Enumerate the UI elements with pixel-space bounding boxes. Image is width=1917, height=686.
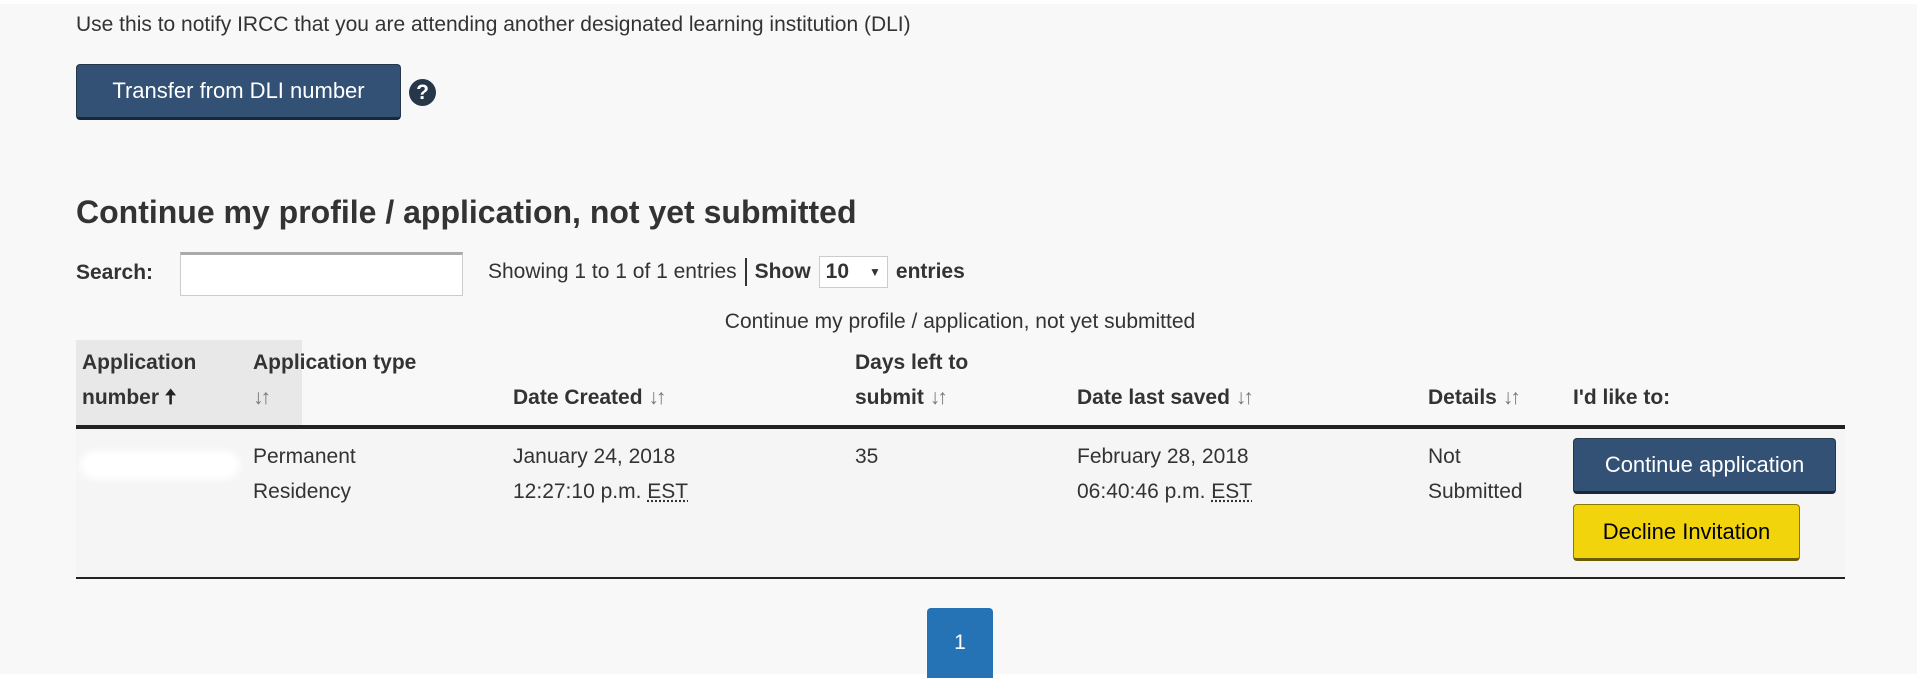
table-info: Showing 1 to 1 of 1 entries Show 10 ▼ ent… — [488, 256, 965, 288]
sort-icon: ↓↑ — [1502, 386, 1521, 409]
cell-date-last-saved: February 28, 2018 06:40:46 p.m. EST — [1077, 445, 1253, 503]
header-application-number[interactable]: Application number 🠅 — [82, 345, 196, 415]
header-days-left[interactable]: Days left to submit ↓↑ — [855, 345, 968, 415]
section-title: Continue my profile / application, not y… — [76, 194, 857, 230]
divider — [744, 258, 747, 286]
decline-invitation-button[interactable]: Decline Invitation — [1573, 504, 1800, 561]
table-row: Permanent Residency January 24, 2018 12:27… — [76, 429, 1845, 579]
intro-text: Use this to notify IRCC that you are att… — [76, 13, 911, 36]
table-caption: Continue my profile / application, not y… — [724, 310, 1196, 333]
cell-date-created: January 24, 2018 12:27:10 p.m. EST — [513, 445, 689, 503]
dropdown-arrow-icon: ▼ — [869, 265, 881, 279]
help-icon[interactable]: ? — [409, 79, 436, 106]
sort-icon: ↓↑ — [929, 386, 948, 409]
cell-days-left: 35 — [855, 445, 879, 468]
timezone-abbr: EST — [1211, 480, 1253, 503]
table-header: Application number 🠅 Application type ↓↑… — [76, 340, 1845, 429]
timezone-abbr: EST — [647, 480, 689, 503]
header-details[interactable]: Details ↓↑ — [1428, 380, 1521, 415]
page-size-value: 10 — [825, 260, 850, 283]
header-date-created[interactable]: Date Created ↓↑ — [513, 380, 666, 415]
search-label: Search: — [76, 261, 154, 284]
entries-label: entries — [895, 260, 965, 283]
header-application-type[interactable]: Application type ↓↑ — [253, 345, 416, 415]
sort-icon: ↓↑ — [648, 386, 666, 409]
show-label: Show — [754, 260, 811, 283]
header-actions: I'd like to: — [1573, 386, 1671, 409]
page-size-select[interactable]: 10 ▼ — [818, 256, 888, 288]
page-body: Use this to notify IRCC that you are att… — [0, 4, 1917, 678]
cell-details: Not Submitted — [1428, 445, 1523, 503]
transfer-dli-button[interactable]: Transfer from DLI number — [76, 64, 401, 120]
search-input[interactable] — [180, 252, 463, 296]
showing-entries-text: Showing 1 to 1 of 1 entries — [488, 260, 737, 283]
continue-application-button[interactable]: Continue application — [1573, 438, 1836, 494]
sort-icon: ↓↑ — [1235, 386, 1254, 409]
pagination-page-1[interactable]: 1 — [927, 608, 993, 678]
header-date-last-saved[interactable]: Date last saved ↓↑ — [1077, 380, 1254, 415]
cell-application-type: Permanent Residency — [253, 445, 356, 503]
sort-ascending-icon: 🠅 — [164, 386, 177, 409]
redacted-application-number — [80, 451, 240, 479]
sort-icon: ↓↑ — [253, 386, 271, 409]
